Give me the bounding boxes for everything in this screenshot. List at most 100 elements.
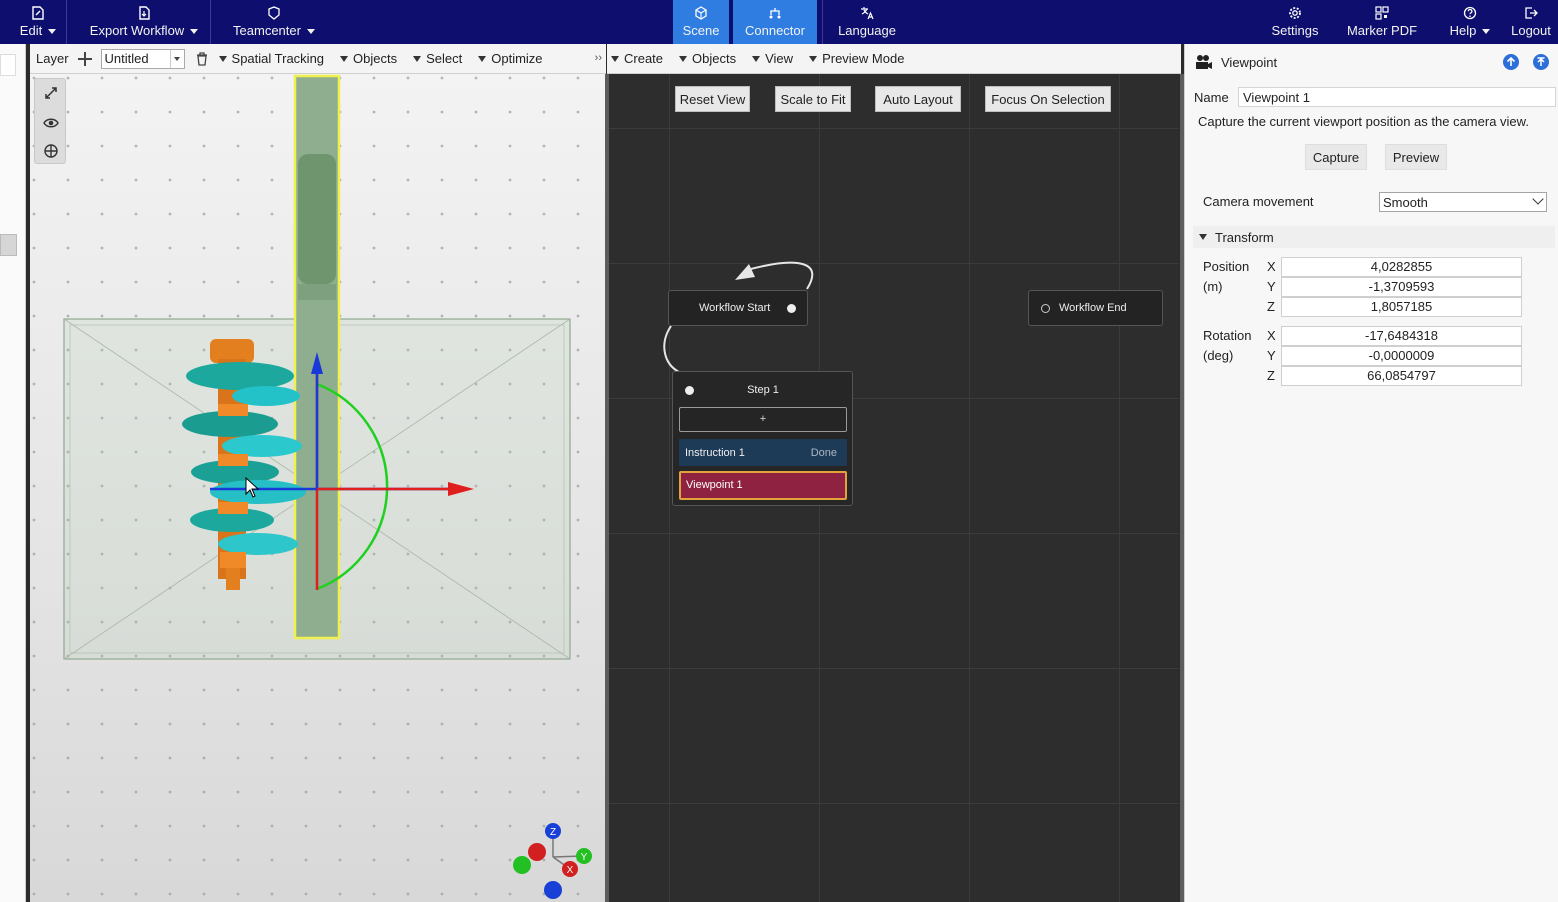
- axis-label: Y: [1267, 348, 1276, 363]
- chevron-down-icon: [169, 49, 184, 68]
- rotation-z-input[interactable]: 66,0854797: [1281, 366, 1522, 386]
- output-port[interactable]: [787, 304, 796, 313]
- preview-mode-label: Preview Mode: [822, 51, 905, 66]
- eye-icon[interactable]: [43, 115, 59, 131]
- tab-scene[interactable]: Scene: [673, 0, 729, 44]
- camera-movement-value: Smooth: [1383, 194, 1428, 210]
- caret-down-icon: [413, 55, 422, 62]
- delete-layer-icon[interactable]: [195, 51, 209, 66]
- step-title: Step 1: [747, 384, 779, 396]
- help-label: Help: [1449, 23, 1477, 38]
- graph-objects-menu[interactable]: Objects: [679, 51, 736, 66]
- app-window: Edit Export Workflow Teamcenter Scene Co…: [0, 0, 1558, 902]
- caret-down-icon: [611, 55, 619, 62]
- name-label: Name: [1194, 89, 1229, 105]
- help-icon: [1463, 6, 1477, 20]
- settings-label: Settings: [1271, 23, 1319, 38]
- logout-button[interactable]: Logout: [1504, 0, 1558, 44]
- viewport-tools: [34, 78, 66, 164]
- caret-down-icon: [809, 55, 818, 62]
- transform-section-header[interactable]: Transform: [1193, 226, 1555, 248]
- tab-language[interactable]: Language: [832, 0, 902, 44]
- view-menu[interactable]: View: [752, 51, 793, 66]
- divider: [822, 0, 823, 44]
- add-action-button[interactable]: +: [679, 407, 847, 432]
- position-z-input[interactable]: 1,8057185: [1281, 297, 1522, 317]
- jump-to-icon[interactable]: [1533, 54, 1549, 70]
- add-layer-icon[interactable]: [77, 51, 93, 67]
- spatial-tracking-label: Spatial Tracking: [231, 51, 325, 66]
- edit-menu-label: Edit: [19, 23, 43, 38]
- export-workflow-menu[interactable]: Export Workflow: [82, 0, 206, 44]
- position-x-input[interactable]: 4,0282855: [1281, 257, 1522, 277]
- auto-layout-button[interactable]: Auto Layout: [875, 86, 961, 112]
- view-label: View: [765, 51, 794, 66]
- layer-select-value: Untitled: [104, 51, 149, 66]
- teamcenter-label: Teamcenter: [233, 23, 301, 38]
- scene-toolbar: Layer Untitled Spatial Tracking Objects …: [30, 44, 606, 74]
- workflow-graph-canvas[interactable]: Reset View Scale to Fit Auto Layout Focu…: [609, 74, 1179, 902]
- create-label: Create: [624, 51, 664, 66]
- instruction-item[interactable]: Instruction 1 Done: [679, 439, 847, 466]
- preview-mode-menu[interactable]: Preview Mode: [809, 51, 904, 66]
- scene-objects-label: Objects: [353, 51, 398, 66]
- spatial-tracking-menu[interactable]: Spatial Tracking: [218, 51, 325, 66]
- caret-down-icon: [1199, 234, 1207, 240]
- select-menu[interactable]: Select: [413, 51, 462, 66]
- scene-objects-menu[interactable]: Objects: [340, 51, 397, 66]
- side-panel-handle[interactable]: [0, 234, 17, 256]
- teamcenter-menu[interactable]: Teamcenter: [226, 0, 322, 44]
- workflow-start-label: Workflow Start: [699, 302, 771, 314]
- tab-connector-label: Connector: [745, 23, 805, 38]
- axis-label: Z: [1267, 299, 1275, 314]
- axis-y-label: Y: [581, 852, 588, 863]
- focus-on-selection-button[interactable]: Focus On Selection: [985, 86, 1111, 112]
- caret-down-icon: [679, 55, 688, 62]
- input-port[interactable]: [1041, 304, 1050, 313]
- export-workflow-label: Export Workflow: [89, 23, 185, 38]
- toolbar-overflow-button[interactable]: ››: [595, 52, 602, 64]
- help-menu[interactable]: Help: [1444, 0, 1496, 44]
- camera-movement-label: Camera movement: [1203, 194, 1314, 209]
- chevron-down-icon: [48, 29, 57, 35]
- layer-select[interactable]: Untitled: [100, 48, 185, 69]
- scene-viewport[interactable]: Z Y X: [30, 74, 606, 902]
- layer-label: Layer: [36, 51, 69, 66]
- workflow-start-node[interactable]: Workflow Start: [668, 290, 808, 326]
- step-node[interactable]: Step 1 + Instruction 1 Done Viewpoint 1: [672, 371, 853, 506]
- settings-button[interactable]: Settings: [1264, 0, 1326, 44]
- optimize-menu[interactable]: Optimize: [478, 51, 543, 66]
- move-tool-icon[interactable]: [43, 143, 59, 159]
- fullscreen-icon[interactable]: [43, 85, 59, 101]
- axis-label: X: [1267, 259, 1276, 274]
- divider: [66, 0, 67, 44]
- rotation-y-input[interactable]: -0,0000009: [1281, 346, 1522, 366]
- rotation-group: Rotation (deg) X Y Z -17,6484318 -0,0000…: [1185, 325, 1558, 389]
- inspector-title: Viewpoint: [1221, 54, 1278, 70]
- tab-connector[interactable]: Connector: [733, 0, 817, 44]
- capture-button[interactable]: Capture: [1305, 144, 1367, 170]
- rotation-x-input[interactable]: -17,6484318: [1281, 326, 1522, 346]
- workflow-end-node[interactable]: Workflow End: [1028, 290, 1163, 326]
- camera-movement-select[interactable]: Smooth: [1379, 192, 1547, 212]
- reset-view-button[interactable]: Reset View: [675, 86, 750, 112]
- marker-pdf-button[interactable]: Marker PDF: [1340, 0, 1424, 44]
- viewpoint-item[interactable]: Viewpoint 1: [679, 471, 847, 500]
- caret-down-icon: [752, 55, 761, 62]
- scale-to-fit-button[interactable]: Scale to Fit: [775, 86, 851, 112]
- create-menu[interactable]: Create: [611, 51, 663, 66]
- gear-icon: [1289, 7, 1301, 19]
- graph-toolbar: Create Objects View Preview Mode: [607, 44, 1181, 74]
- language-icon: [861, 7, 874, 20]
- instruction-status: Done: [810, 446, 837, 459]
- name-input[interactable]: Viewpoint 1: [1238, 87, 1556, 107]
- side-collapsed-panel: [0, 44, 26, 902]
- optimize-label: Optimize: [491, 51, 543, 66]
- position-y-input[interactable]: -1,3709593: [1281, 277, 1522, 297]
- move-up-icon[interactable]: [1503, 54, 1519, 70]
- edit-menu[interactable]: Edit: [12, 0, 64, 44]
- teamcenter-icon: [268, 6, 280, 20]
- caret-down-icon: [340, 55, 349, 62]
- side-panel-tab[interactable]: [0, 54, 16, 76]
- preview-button[interactable]: Preview: [1385, 144, 1447, 170]
